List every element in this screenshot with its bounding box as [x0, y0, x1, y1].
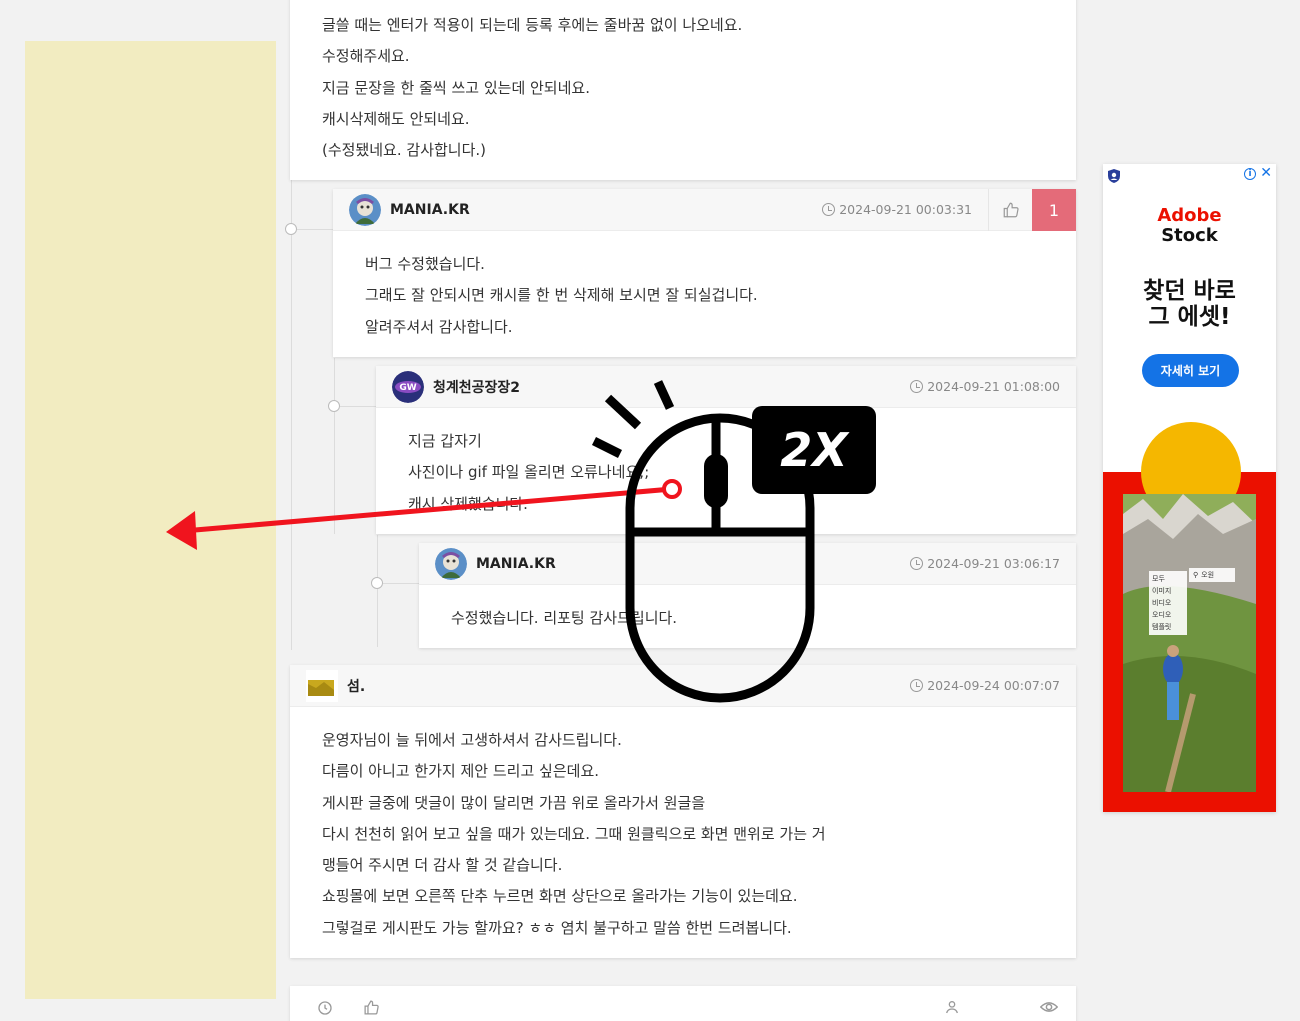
drag-arrowhead: [166, 511, 197, 550]
double-click-badge: 2X: [780, 423, 848, 477]
